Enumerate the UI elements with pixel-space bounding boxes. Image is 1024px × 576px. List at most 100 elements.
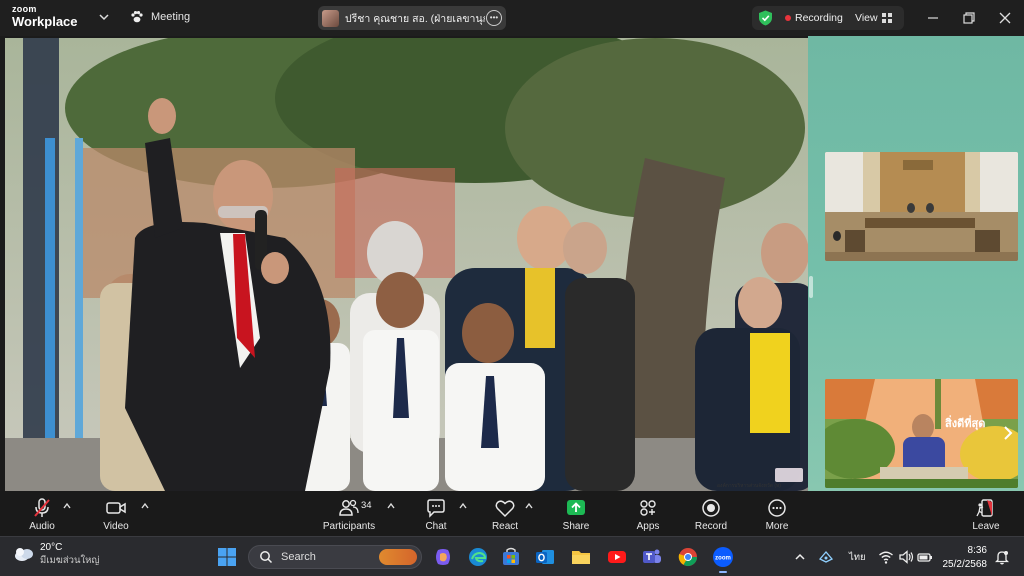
wifi-icon: [879, 551, 893, 564]
video-watermark: องค์การบริหารส่วนจังหวัด (ท): [717, 483, 781, 489]
search-icon: [260, 551, 273, 564]
share-screen-icon: [567, 500, 585, 515]
battery-icon: [917, 553, 932, 562]
audio-label: Audio: [29, 521, 55, 532]
battery-status[interactable]: [917, 549, 933, 565]
taskbar-outlook[interactable]: [534, 546, 556, 568]
view-button[interactable]: View: [855, 12, 878, 24]
clock-time: 8:36: [967, 545, 987, 556]
svg-text:zoom: zoom: [715, 556, 731, 562]
apps-button[interactable]: Apps: [632, 491, 664, 536]
search-placeholder: Search: [281, 551, 316, 563]
react-label: React: [491, 521, 519, 532]
title-bar: zoom Workplace Meeting ปรีชา คุณชาย สอ. …: [0, 0, 1024, 36]
recording-dot: [785, 15, 791, 21]
host-avatar: [322, 9, 339, 27]
tray-network-app[interactable]: [818, 549, 834, 565]
grid-icon[interactable]: [882, 13, 892, 23]
caret-up-icon[interactable]: [386, 502, 396, 510]
participants-button[interactable]: Participants: [318, 491, 380, 536]
taskbar-store[interactable]: [500, 546, 522, 568]
more-label: More: [765, 521, 789, 532]
outlook-icon: [536, 550, 554, 564]
taskbar-youtube[interactable]: [606, 546, 628, 568]
notification-bell-icon[interactable]: [995, 549, 1009, 565]
youtube-icon: [608, 551, 626, 563]
video-camera-icon: [106, 502, 126, 514]
share-button[interactable]: Share: [560, 491, 592, 536]
more-icon[interactable]: •••: [486, 10, 502, 26]
record-label: Record: [694, 521, 728, 532]
chevron-up-icon[interactable]: [794, 549, 806, 565]
taskbar-search[interactable]: Search: [248, 545, 422, 569]
taskbar-copilot[interactable]: [432, 546, 454, 568]
close-icon: [999, 12, 1011, 24]
wifi-status[interactable]: [878, 549, 894, 565]
host-name: ปรีชา คุณชาย สอ. (ฝ่ายเลขานุการ)'s: [345, 12, 485, 25]
meeting-tab[interactable]: Meeting: [130, 10, 190, 24]
taskbar-teams[interactable]: [641, 546, 663, 568]
panel-resize-handle[interactable]: [809, 276, 813, 298]
brand-top: zoom: [12, 4, 37, 14]
close-button[interactable]: [996, 9, 1014, 27]
search-highlight-image: [379, 549, 417, 565]
record-icon: [702, 499, 720, 517]
minimize-button[interactable]: [924, 9, 942, 27]
audio-button[interactable]: Audio: [26, 491, 58, 536]
edge-browser-icon: [469, 548, 487, 566]
meeting-label: Meeting: [151, 11, 191, 23]
chat-button[interactable]: Chat: [422, 491, 450, 536]
caret-up-icon[interactable]: [524, 502, 534, 510]
video-button[interactable]: Video: [100, 491, 132, 536]
start-button[interactable]: [216, 546, 238, 568]
participants-icon: [339, 499, 359, 516]
taskbar-zoom[interactable]: zoom: [712, 546, 734, 573]
volume-control[interactable]: [898, 549, 914, 565]
speaker-video-frame: [5, 38, 808, 491]
host-info[interactable]: ปรีชา คุณชาย สอ. (ฝ่ายเลขานุการ)'s •••: [318, 6, 506, 30]
taskbar-chrome[interactable]: [677, 546, 699, 568]
chrome-icon: [678, 548, 697, 567]
zoom-workplace-logo[interactable]: zoom Workplace: [12, 4, 78, 29]
shield-check-icon[interactable]: [758, 10, 773, 26]
caret-up-icon[interactable]: [458, 502, 468, 510]
leave-button[interactable]: Leave: [970, 491, 1002, 536]
participant-thumbnail-meeting-room[interactable]: [825, 152, 1018, 261]
vpn-icon: [818, 551, 834, 563]
zoom-app-icon: zoom: [713, 547, 733, 567]
meeting-toolbar: Audio Video Participants 34 Chat React S…: [0, 491, 1024, 536]
heart-icon: [495, 500, 515, 518]
participants-label: Participants: [322, 521, 376, 532]
participant-thumbnail-presenter[interactable]: สิ่งดีที่สุด: [825, 379, 1018, 488]
video-label: Video: [103, 521, 129, 532]
status-group: Recording View: [752, 6, 904, 30]
leave-label: Leave: [972, 521, 1000, 532]
caret-up-icon[interactable]: [140, 502, 150, 510]
apps-icon: [640, 500, 656, 516]
taskbar-file-explorer[interactable]: [570, 546, 592, 568]
weather-widget[interactable]: 20°C มีเมฆส่วนใหญ่: [14, 542, 99, 566]
chat-label: Chat: [425, 521, 447, 532]
react-button[interactable]: React: [488, 491, 522, 536]
taskbar-edge[interactable]: [467, 546, 489, 568]
folder-icon: [572, 551, 590, 564]
teams-icon: [643, 549, 661, 563]
paw-icon: [131, 11, 143, 23]
maximize-button[interactable]: [960, 9, 978, 27]
minimize-icon: [928, 17, 938, 19]
system-clock[interactable]: 8:36 25/2/2568: [937, 544, 988, 571]
more-button[interactable]: More: [762, 491, 792, 536]
chevron-right-icon[interactable]: [1002, 425, 1014, 441]
chevron-down-icon[interactable]: [98, 11, 110, 23]
clock-date: 25/2/2568: [942, 558, 988, 570]
apps-label: Apps: [636, 521, 660, 532]
record-button[interactable]: Record: [694, 491, 728, 536]
active-speaker-video[interactable]: องค์การบริหารส่วนจังหวัด (ท): [5, 38, 808, 491]
copilot-icon: [436, 549, 450, 565]
language-indicator[interactable]: ไทย: [849, 550, 866, 565]
caret-up-icon[interactable]: [62, 502, 72, 510]
zoom-meeting-window: zoom Workplace Meeting ปรีชา คุณชาย สอ. …: [0, 0, 1024, 576]
brand-bottom: Workplace: [12, 14, 78, 29]
restore-icon: [963, 12, 975, 24]
recording-status[interactable]: Recording: [795, 12, 843, 24]
